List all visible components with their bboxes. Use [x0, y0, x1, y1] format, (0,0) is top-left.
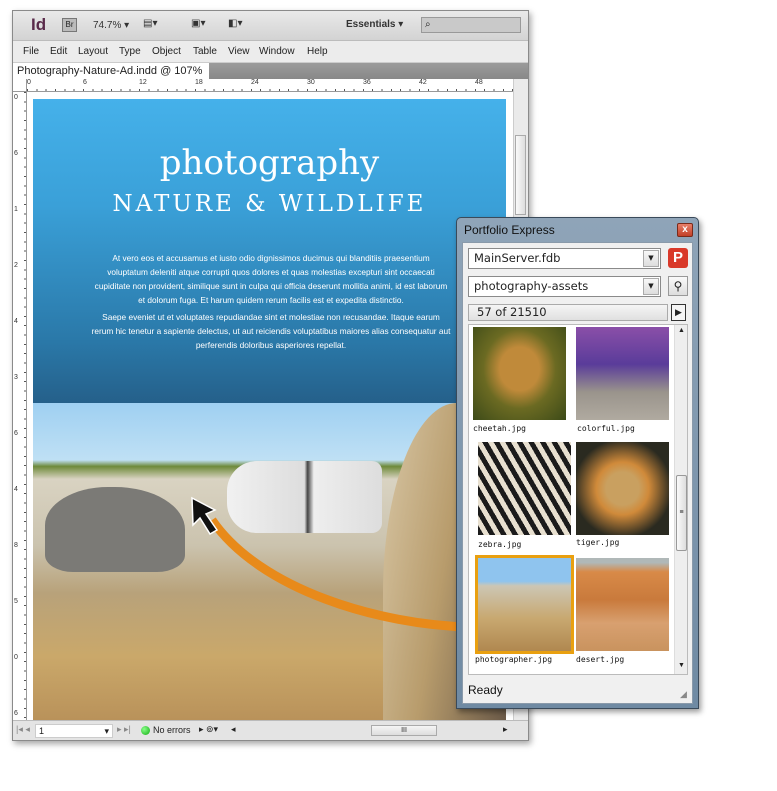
thumbnail-caption: zebra.jpg — [478, 540, 522, 549]
cursor-arrow-icon — [191, 496, 219, 536]
thumbnail-caption: desert.jpg — [576, 655, 625, 664]
catalog-dropdown[interactable]: photography-assets ▼ — [468, 276, 661, 297]
thumbnail-caption: colorful.jpg — [577, 424, 635, 433]
thumbnail-grid: cheetah.jpg colorful.jpg zebra.jpg tiger… — [468, 324, 688, 675]
thumbnail-caption: tiger.jpg — [576, 538, 620, 547]
server-dropdown[interactable]: MainServer.fdb ▼ — [468, 248, 661, 269]
portfolio-logo-button[interactable]: P — [668, 248, 688, 268]
thumbnail-zebra[interactable] — [478, 442, 571, 535]
chevron-down-icon: ▼ — [643, 278, 659, 295]
thumbnail-caption: cheetah.jpg — [473, 424, 526, 433]
scroll-down-icon[interactable]: ▼ — [678, 662, 685, 669]
thumbnail-colorful[interactable] — [576, 327, 669, 420]
portfolio-express-panel: Portfolio Express x MainServer.fdb ▼ P ph… — [456, 217, 699, 709]
thumbnail-photographer[interactable] — [475, 555, 574, 654]
thumbnail-desert[interactable] — [576, 558, 669, 651]
panel-status: Ready — [468, 683, 503, 697]
thumbnail-tiger[interactable] — [576, 442, 669, 535]
thumbnail-caption: photographer.jpg — [475, 655, 553, 664]
server-value: MainServer.fdb — [474, 251, 561, 265]
search-button[interactable]: ⚲ — [668, 276, 688, 296]
catalog-value: photography-assets — [474, 279, 589, 293]
close-button[interactable]: x — [677, 223, 693, 237]
thumbnail-scrollbar[interactable]: ▲ ≡ ▼ — [674, 325, 687, 674]
panel-body: MainServer.fdb ▼ P photography-assets ▼ ⚲ … — [462, 242, 693, 704]
drag-arrow-curve — [208, 517, 471, 632]
resize-grip-icon[interactable]: ◢ — [680, 689, 687, 700]
next-page-button[interactable]: ▶ — [671, 304, 686, 321]
scrollbar-thumb[interactable]: ≡ — [676, 475, 687, 551]
chevron-down-icon: ▼ — [643, 250, 659, 267]
thumbnail-cheetah[interactable] — [473, 327, 566, 420]
panel-title: Portfolio Express — [464, 223, 555, 237]
result-count: 57 of 21510 — [468, 304, 668, 321]
scroll-up-icon[interactable]: ▲ — [678, 327, 685, 334]
magnifier-icon: ⚲ — [673, 279, 683, 293]
